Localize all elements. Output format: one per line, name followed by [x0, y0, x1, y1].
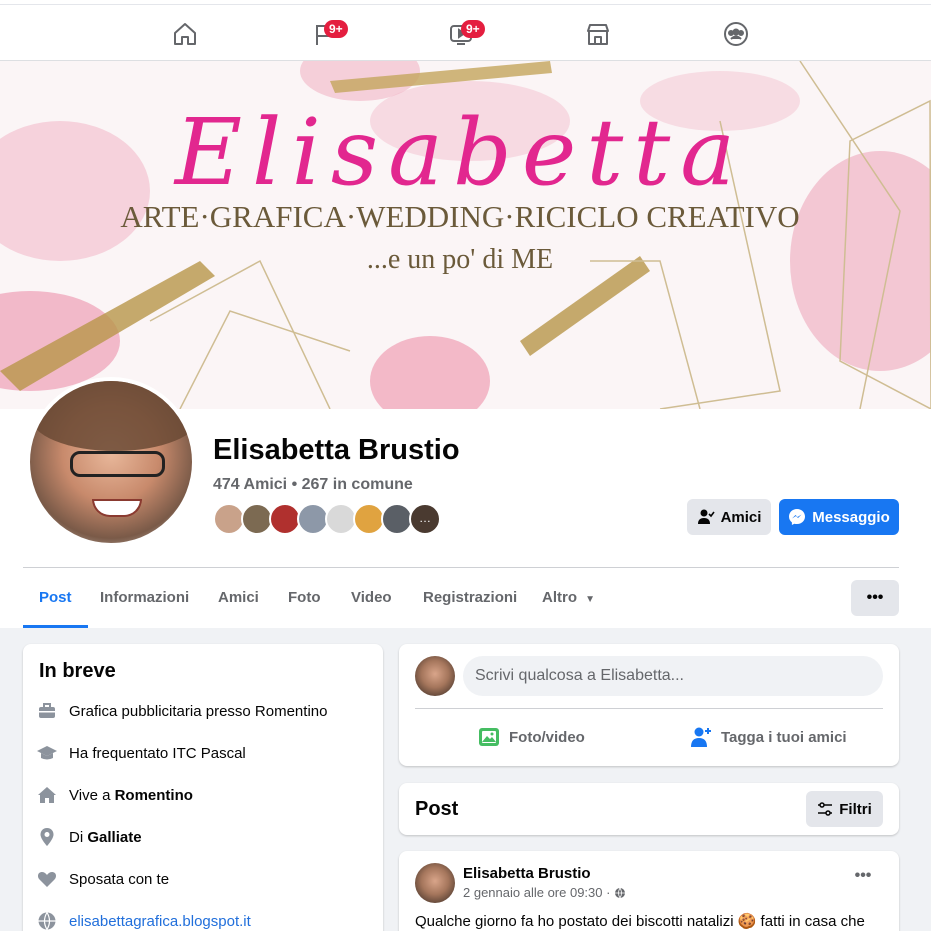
intro-lives-in-text: Vive a Romentino	[69, 787, 193, 804]
watch-notification-badge: 9+	[461, 20, 485, 38]
tag-friends-button[interactable]: Tagga i tuoi amici	[689, 722, 847, 752]
post-author-name[interactable]: Elisabetta Brustio	[463, 865, 591, 882]
tab-altro-label: Altro	[542, 589, 577, 606]
intro-relationship-text: Sposata con te	[69, 870, 170, 888]
post-composer: Scrivi qualcosa a Elisabetta... Foto/vid…	[399, 644, 899, 766]
nav-groups-button[interactable]	[716, 14, 756, 54]
nav-pages-button[interactable]: 9+	[304, 14, 348, 54]
friend-check-icon	[697, 509, 715, 524]
profile-name: Elisabetta Brustio	[213, 434, 460, 466]
friends-count[interactable]: 474 Amici • 267 in comune	[213, 476, 413, 494]
messenger-icon	[789, 509, 806, 525]
cover-subtitle: ARTE·GRAFICA·WEDDING·RICICLO CREATIVO	[120, 199, 800, 234]
tab-informazioni[interactable]: Informazioni	[100, 568, 189, 628]
briefcase-icon	[39, 703, 55, 718]
post-time-text[interactable]: 2 gennaio alle ore 09:30 ·	[463, 885, 610, 900]
message-button-label: Messaggio	[812, 508, 890, 526]
composer-input[interactable]: Scrivi qualcosa a Elisabetta...	[463, 656, 883, 696]
filter-sliders-icon	[818, 802, 833, 816]
intro-from-text: Di Galliate	[69, 829, 142, 846]
heart-icon	[37, 871, 57, 887]
tab-altro[interactable]: Altro ▼	[542, 568, 595, 628]
intro-education: Ha frequentato ITC Pascal	[37, 741, 246, 765]
post-text-start: Qualche giorno fa ho postato dei biscott…	[415, 913, 738, 930]
cover-photo[interactable]: Elisabetta ARTE·GRAFICA·WEDDING·RICICLO …	[0, 61, 931, 409]
more-options-button[interactable]: •••	[851, 580, 899, 616]
composer-divider	[415, 708, 883, 709]
intro-education-text: Ha frequentato ITC Pascal	[69, 744, 246, 762]
location-pin-icon	[40, 828, 54, 846]
intro-website: elisabettagrafica.blogspot.it	[37, 909, 251, 931]
cover-title: Elisabetta	[174, 99, 746, 206]
globe-icon	[38, 912, 56, 930]
cookie-emoji: 🍪	[737, 913, 757, 930]
house-icon	[38, 787, 56, 803]
intro-lives-in-prefix: Vive a	[69, 786, 115, 804]
intro-lives-in-place[interactable]: Romentino	[115, 787, 193, 804]
cover-tagline: ...e un po' di ME	[366, 244, 554, 275]
intro-lives-in: Vive a Romentino	[37, 783, 193, 807]
post-text-end: fatti in casa che	[756, 913, 865, 930]
intro-from-prefix: Di	[69, 828, 88, 846]
filter-label: Filtri	[839, 800, 872, 818]
intro-from: Di Galliate	[37, 825, 142, 849]
intro-work-text: Grafica pubblicitaria presso Romentino	[69, 702, 328, 720]
message-button[interactable]: Messaggio	[779, 499, 899, 535]
intro-card: In breve Grafica pubblicitaria presso Ro…	[23, 644, 383, 931]
photo-icon	[479, 728, 499, 746]
friends-button-label: Amici	[720, 508, 762, 526]
tab-amici[interactable]: Amici	[218, 568, 259, 628]
avatar-glasses	[70, 451, 165, 477]
posts-title: Post	[415, 798, 459, 820]
post-timestamp: 2 gennaio alle ore 09:30 ·	[463, 885, 626, 900]
tab-video[interactable]: Video	[351, 568, 392, 628]
intro-website-link[interactable]: elisabettagrafica.blogspot.it	[69, 913, 251, 930]
top-navigation-bar: 9+ 9+	[0, 0, 931, 61]
more-friends-avatar[interactable]: …	[409, 503, 441, 535]
post-author-avatar[interactable]	[415, 863, 455, 903]
intro-work: Grafica pubblicitaria presso Romentino	[37, 699, 327, 723]
photo-video-label: Foto/video	[509, 728, 585, 746]
graduation-cap-icon	[37, 746, 57, 760]
profile-header: Elisabetta ARTE·GRAFICA·WEDDING·RICICLO …	[0, 61, 931, 628]
chevron-down-icon: ▼	[585, 594, 596, 605]
intro-from-place[interactable]: Galliate	[87, 829, 141, 846]
post-body: Qualche giorno fa ho postato dei biscott…	[415, 912, 865, 930]
tab-foto[interactable]: Foto	[288, 568, 320, 628]
intro-relationship: Sposata con te	[37, 867, 169, 891]
tab-post[interactable]: Post	[23, 568, 88, 628]
friends-button[interactable]: Amici	[687, 499, 771, 535]
avatar-hair	[30, 381, 192, 451]
pages-notification-badge: 9+	[324, 20, 348, 38]
post-card: Elisabetta Brustio 2 gennaio alle ore 09…	[399, 851, 899, 931]
filter-button[interactable]: Filtri	[806, 791, 883, 827]
tag-friends-label: Tagga i tuoi amici	[721, 728, 847, 746]
home-icon	[174, 23, 196, 45]
avatar-smile	[92, 499, 142, 517]
viewer-avatar[interactable]	[415, 656, 455, 696]
globe-icon	[615, 887, 626, 898]
nav-home-button[interactable]	[165, 14, 205, 54]
tab-registrazioni[interactable]: Registrazioni	[423, 568, 517, 628]
photo-video-button[interactable]: Foto/video	[477, 722, 585, 752]
profile-picture[interactable]	[26, 377, 196, 547]
groups-icon	[724, 22, 748, 46]
tag-friends-icon	[691, 727, 711, 747]
nav-marketplace-button[interactable]	[578, 14, 618, 54]
post-options-button[interactable]: •••	[845, 867, 881, 895]
top-border-line	[0, 4, 931, 5]
marketplace-icon	[587, 24, 609, 45]
posts-header: Post Filtri	[399, 783, 899, 835]
intro-title: In breve	[39, 660, 116, 682]
nav-watch-button[interactable]: 9+	[441, 14, 485, 54]
